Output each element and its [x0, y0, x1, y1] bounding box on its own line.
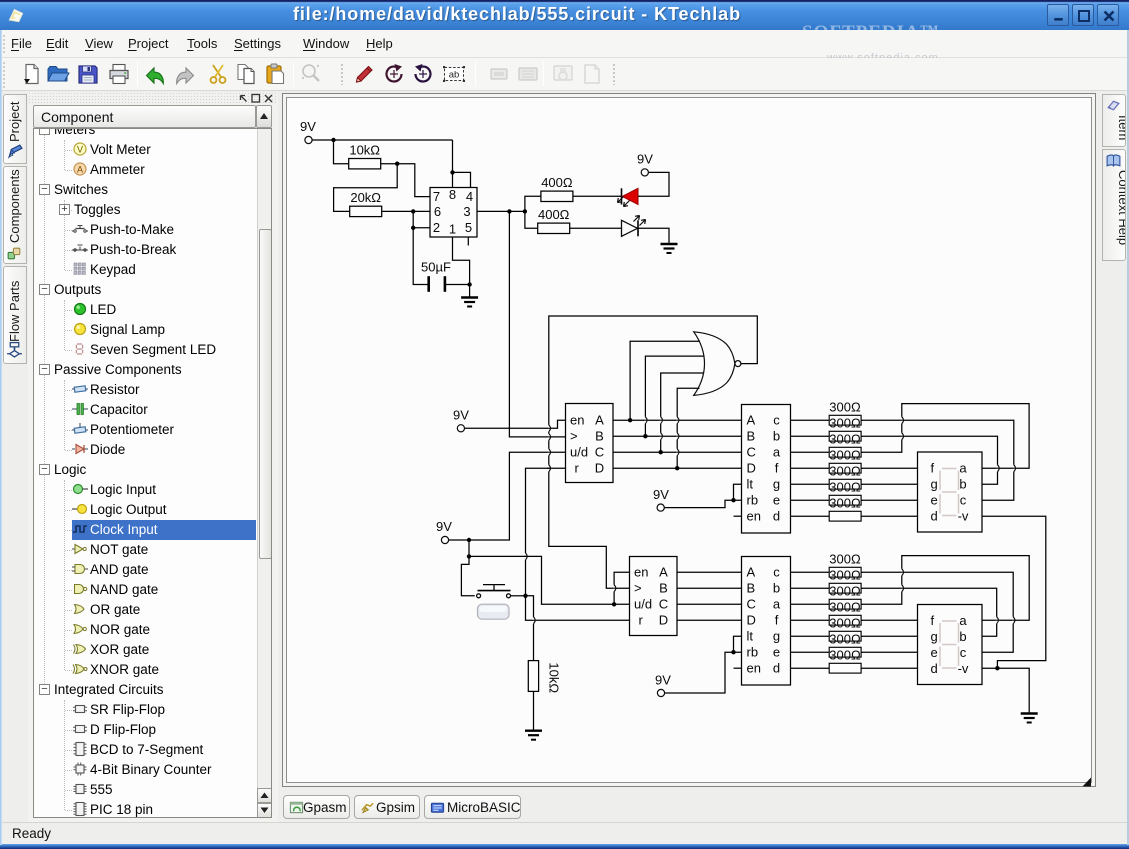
svg-text:Flow Parts: Flow Parts [7, 280, 22, 342]
svg-text:300Ω: 300Ω [829, 400, 861, 415]
svg-text:300Ω: 300Ω [829, 616, 861, 631]
svg-text:A: A [659, 565, 668, 580]
svg-text:a: a [773, 445, 781, 460]
svg-text:f: f [931, 613, 935, 628]
svg-text:ab: ab [449, 70, 460, 81]
svg-text:c: c [960, 645, 967, 660]
svg-text:300Ω: 300Ω [829, 568, 861, 583]
svg-text:D: D [659, 613, 668, 628]
svg-text:en: en [570, 413, 584, 428]
svg-text:8: 8 [449, 187, 456, 202]
svg-text:en: en [747, 509, 761, 524]
svg-text:V: V [77, 145, 83, 155]
svg-text:D: D [595, 461, 604, 476]
svg-text:300Ω: 300Ω [829, 448, 861, 463]
svg-text:f: f [931, 461, 935, 476]
svg-text:9V: 9V [436, 519, 452, 534]
svg-text:d: d [931, 661, 938, 676]
svg-text:c: c [773, 565, 780, 580]
svg-text:lt: lt [747, 629, 754, 644]
svg-text:A: A [595, 413, 604, 428]
svg-text:C: C [659, 597, 668, 612]
svg-text:9V: 9V [637, 152, 653, 167]
svg-text:20kΩ: 20kΩ [350, 190, 381, 205]
svg-text:>: > [570, 429, 578, 444]
svg-text:9V: 9V [655, 673, 671, 688]
svg-text:g: g [931, 477, 938, 492]
svg-text:1: 1 [449, 222, 456, 237]
svg-text:e: e [773, 493, 780, 508]
svg-text:e: e [773, 645, 780, 660]
svg-text:7: 7 [433, 189, 440, 204]
svg-text:300Ω: 300Ω [829, 584, 861, 599]
svg-text:g: g [773, 629, 780, 644]
svg-text:D: D [747, 461, 756, 476]
svg-text:A: A [77, 165, 83, 175]
svg-text:Components: Components [7, 169, 22, 243]
svg-text:g: g [931, 629, 938, 644]
svg-text:a: a [773, 597, 781, 612]
svg-text:u/d: u/d [634, 597, 652, 612]
svg-text:b: b [959, 477, 966, 492]
svg-text:A: A [747, 565, 756, 580]
svg-text:5: 5 [465, 220, 472, 235]
svg-text:B: B [747, 429, 756, 444]
svg-text:g: g [773, 477, 780, 492]
svg-text:C: C [747, 445, 756, 460]
svg-text:r: r [639, 613, 644, 628]
svg-text:Context Help: Context Help [1116, 170, 1125, 245]
svg-text:f: f [775, 613, 779, 628]
svg-text:9V: 9V [653, 487, 669, 502]
svg-text:a: a [959, 613, 967, 628]
svg-text:300Ω: 300Ω [829, 552, 861, 567]
svg-text:rb: rb [747, 645, 759, 660]
svg-text:c: c [960, 493, 967, 508]
svg-text:a: a [959, 461, 967, 476]
svg-text:4: 4 [466, 189, 473, 204]
svg-text:300Ω: 300Ω [829, 496, 861, 511]
svg-text:B: B [659, 581, 668, 596]
svg-text:rb: rb [747, 493, 759, 508]
svg-text:f: f [775, 461, 779, 476]
svg-text:e: e [931, 493, 938, 508]
svg-text:>: > [634, 581, 642, 596]
svg-text:lt: lt [747, 477, 754, 492]
svg-text:400Ω: 400Ω [538, 207, 570, 222]
svg-text:r: r [575, 461, 580, 476]
svg-text:300Ω: 300Ω [829, 464, 861, 479]
svg-text:300Ω: 300Ω [829, 648, 861, 663]
svg-text:B: B [747, 581, 756, 596]
svg-text:b: b [773, 581, 780, 596]
svg-text:300Ω: 300Ω [829, 632, 861, 647]
svg-text:3: 3 [463, 204, 470, 219]
svg-text:A: A [747, 413, 756, 428]
svg-text:50µF: 50µF [421, 260, 451, 275]
svg-text:en: en [747, 661, 761, 676]
svg-text:d: d [773, 509, 780, 524]
svg-text:u/d: u/d [570, 445, 588, 460]
svg-text:300Ω: 300Ω [829, 416, 861, 431]
svg-text:300Ω: 300Ω [829, 480, 861, 495]
svg-text:9V: 9V [300, 119, 316, 134]
svg-text:D: D [747, 613, 756, 628]
svg-text:e: e [931, 645, 938, 660]
svg-text:300Ω: 300Ω [829, 432, 861, 447]
svg-text:9V: 9V [453, 408, 469, 423]
svg-text:300Ω: 300Ω [829, 600, 861, 615]
svg-text:d: d [773, 661, 780, 676]
svg-text:400Ω: 400Ω [541, 175, 573, 190]
svg-text:10kΩ: 10kΩ [349, 142, 380, 157]
svg-text:C: C [747, 597, 756, 612]
svg-text:10kΩ: 10kΩ [547, 662, 562, 693]
svg-text:b: b [959, 629, 966, 644]
svg-text:c: c [773, 413, 780, 428]
svg-text:C: C [595, 445, 604, 460]
svg-text:en: en [634, 565, 648, 580]
svg-text:d: d [931, 509, 938, 524]
svg-text:Project: Project [7, 101, 22, 142]
svg-text:2: 2 [433, 220, 440, 235]
svg-text:b: b [773, 429, 780, 444]
svg-text:B: B [595, 429, 604, 444]
svg-text:6: 6 [434, 204, 441, 219]
